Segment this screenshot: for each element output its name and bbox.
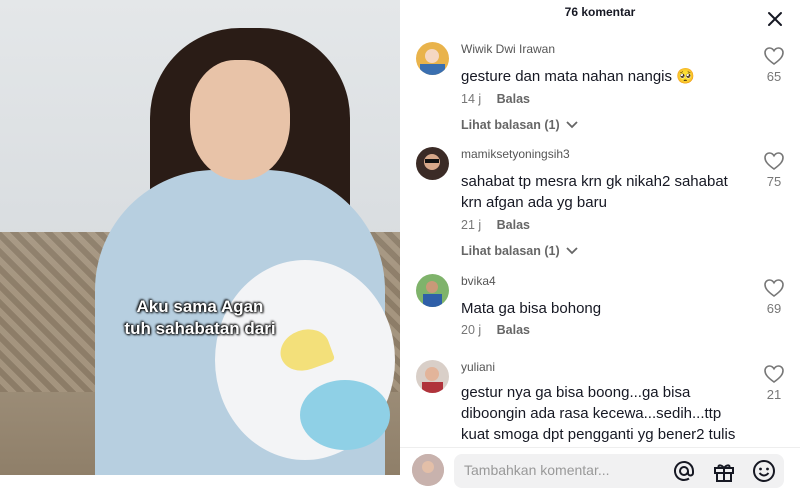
reply-button[interactable]: Balas xyxy=(497,323,530,337)
video-player[interactable]: Aku sama Agan tuh sahabatan dari xyxy=(0,0,400,475)
at-icon[interactable] xyxy=(672,459,696,483)
avatar[interactable] xyxy=(416,360,449,393)
comment-time: 14 j xyxy=(461,92,482,106)
view-replies-label: Lihat balasan (1) xyxy=(461,118,560,132)
like-count: 21 xyxy=(766,387,782,402)
video-plush-mane xyxy=(300,380,390,450)
comment-item: yuliani gestur nya ga bisa boong...ga bi… xyxy=(416,360,800,447)
avatar[interactable] xyxy=(416,42,449,75)
avatar[interactable] xyxy=(416,274,449,307)
like-button[interactable]: 65 xyxy=(762,47,786,84)
video-person-face xyxy=(190,60,290,180)
comment-item: bvika4 Mata ga bisa bohong 20 j Balas 69 xyxy=(416,274,800,344)
comment-username[interactable]: bvika4 xyxy=(461,274,496,288)
reply-button[interactable]: Balas xyxy=(497,218,530,232)
reply-button[interactable]: Balas xyxy=(497,92,530,106)
avatar[interactable] xyxy=(416,147,449,180)
comment-time: 21 j xyxy=(461,218,482,232)
heart-outline-icon xyxy=(764,152,784,170)
view-replies-link[interactable]: Lihat balasan (1) xyxy=(461,244,578,258)
heart-outline-icon xyxy=(764,279,784,297)
comment-meta: 14 j Balas xyxy=(461,92,542,106)
comment-meta: 20 j Balas xyxy=(461,323,542,337)
heart-outline-icon xyxy=(764,365,784,383)
comment-username[interactable]: yuliani xyxy=(461,360,495,374)
comment-text: Mata ga bisa bohong xyxy=(461,300,602,317)
view-replies-link[interactable]: Lihat balasan (1) xyxy=(461,118,578,132)
like-count: 65 xyxy=(766,69,782,84)
like-count: 75 xyxy=(766,174,782,189)
caption-line-1: Aku sama Agan xyxy=(136,297,264,316)
comment-meta: 21 j Balas xyxy=(461,218,542,232)
comment-text: sahabat tp mesra krn gk nikah2 sahabat k… xyxy=(461,173,728,211)
comment-input-bar xyxy=(400,447,800,488)
like-count: 69 xyxy=(766,301,782,316)
chevron-down-icon xyxy=(566,121,578,129)
comment-item: Wiwik Dwi Irawan gesture dan mata nahan … xyxy=(416,42,800,142)
heart-outline-icon xyxy=(764,47,784,65)
close-icon[interactable] xyxy=(766,10,784,28)
like-button[interactable]: 21 xyxy=(762,365,786,402)
video-caption: Aku sama Agan tuh sahabatan dari xyxy=(0,296,400,340)
comment-input-container[interactable] xyxy=(454,454,784,488)
like-button[interactable]: 69 xyxy=(762,279,786,316)
gift-icon[interactable] xyxy=(712,459,736,483)
comment-time: 20 j xyxy=(461,323,482,337)
comment-item: mamiksetyoningsih3 sahabat tp mesra krn … xyxy=(416,147,800,262)
like-button[interactable]: 75 xyxy=(762,152,786,189)
comment-username[interactable]: mamiksetyoningsih3 xyxy=(461,147,570,161)
comment-input[interactable] xyxy=(454,454,684,486)
comments-panel: 76 komentar Wiwik Dwi Irawan gesture dan… xyxy=(400,0,800,488)
caption-line-2: tuh sahabatan dari xyxy=(124,319,276,338)
comment-text: gesture dan mata nahan nangis 🥺 xyxy=(461,68,695,85)
chevron-down-icon xyxy=(566,247,578,255)
emoji-icon[interactable] xyxy=(752,459,776,483)
view-replies-label: Lihat balasan (1) xyxy=(461,244,560,258)
comment-username[interactable]: Wiwik Dwi Irawan xyxy=(461,42,555,56)
comments-count-title: 76 komentar xyxy=(564,5,636,19)
current-user-avatar xyxy=(412,454,444,486)
comment-text: gestur nya ga bisa boong...ga bisa diboo… xyxy=(461,384,736,443)
